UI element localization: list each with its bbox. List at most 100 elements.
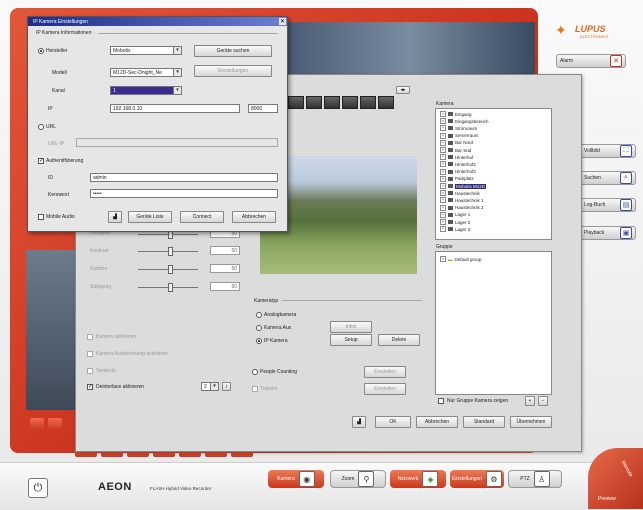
save-disk-icon[interactable]: ▟ — [352, 416, 366, 428]
playback-button[interactable]: Playback ▣ — [580, 226, 636, 240]
tree-item-camera[interactable]: + Haustechnik 2 — [440, 204, 484, 211]
tree-item-camera[interactable]: + Lager 2 — [440, 219, 470, 225]
expand-icon[interactable]: + — [440, 211, 446, 218]
enable-camera-checkbox[interactable] — [87, 334, 93, 340]
expand-icon[interactable]: + — [440, 118, 446, 125]
fullscreen-button[interactable]: Vollbild ⛶ — [580, 144, 636, 158]
tree-item-camera[interactable]: + Lager 3 — [440, 226, 470, 233]
url-field[interactable] — [76, 138, 278, 147]
tree-item-camera[interactable]: + Eingangsbereich — [440, 118, 489, 125]
group-add-button[interactable]: + — [525, 396, 535, 406]
camera-thumb[interactable] — [288, 96, 304, 109]
ip-camera-radio[interactable] — [256, 338, 262, 344]
tree-item-camera[interactable]: + Hinterhof2 — [440, 161, 476, 168]
auth-checkbox[interactable]: ✓ — [38, 158, 44, 164]
mobile-audio-checkbox[interactable] — [38, 214, 44, 220]
close-icon[interactable]: ✕ — [279, 18, 286, 25]
url-radio[interactable] — [38, 124, 44, 130]
camera-thumb[interactable] — [360, 96, 376, 109]
logbook-button[interactable]: Log-Buch ▤ — [580, 198, 636, 212]
connect-button[interactable]: Connect — [180, 211, 224, 223]
manufacturer-select[interactable]: Mobotix ▾ — [110, 46, 182, 55]
tree-item-camera[interactable]: + Hinterhof3 — [440, 168, 476, 175]
port-field[interactable]: 8000 — [248, 104, 278, 113]
tree-item-camera[interactable]: + Bar Süd — [440, 147, 471, 153]
camera-thumb[interactable] — [324, 96, 340, 109]
deinterlace-checkbox[interactable]: ✓ — [87, 384, 93, 390]
setup-button[interactable]: Setup — [330, 334, 372, 346]
expand-icon[interactable]: + — [440, 147, 446, 153]
cancel-button[interactable]: Abbrechen — [416, 416, 458, 428]
expand-icon[interactable]: + — [440, 161, 446, 168]
analog-camera-radio[interactable] — [256, 312, 262, 318]
tripwire-checkbox[interactable] — [252, 386, 258, 392]
expand-icon[interactable]: + — [440, 197, 446, 204]
device-list-button[interactable]: Geräte Liste — [128, 211, 172, 223]
zoom-button[interactable]: Zoom ⚲ — [330, 470, 386, 488]
expand-icon[interactable]: + — [440, 190, 446, 197]
expand-icon[interactable]: + — [440, 226, 446, 233]
tree-item-camera[interactable]: + Eingang — [440, 111, 472, 117]
channel-select[interactable]: 1 ▾ — [110, 86, 182, 95]
network-button[interactable]: Netzwerk ◈ — [390, 470, 446, 488]
alarm-button[interactable]: Alarm ✕ — [556, 54, 626, 68]
tree-item-camera[interactable]: + Parkplatz — [440, 175, 474, 182]
manufacturer-radio[interactable] — [38, 48, 44, 54]
tree-item-camera[interactable]: + Haustechnik — [440, 190, 480, 197]
dialog-settings-button[interactable]: Einstellungen — [194, 65, 272, 77]
expand-icon[interactable]: + — [440, 204, 446, 211]
default-button[interactable]: Standard — [463, 416, 505, 428]
expand-icon[interactable]: + — [440, 125, 446, 132]
hidden-checkbox[interactable] — [87, 368, 93, 374]
expand-icon[interactable]: + — [440, 256, 446, 262]
expand-icon[interactable]: + — [440, 168, 446, 175]
device-search-button[interactable]: Geräte suchen — [194, 45, 272, 57]
tree-item-camera[interactable]: + Haustechnik 1 — [440, 197, 484, 204]
tree-item-camera[interactable]: + Stromraum — [440, 125, 477, 132]
power-icon[interactable]: ⏻ — [28, 478, 48, 498]
tripwire-settings-button[interactable]: Einstellen — [364, 383, 406, 395]
camera-button[interactable]: Kamera ◉ — [268, 470, 324, 488]
enable-recording-checkbox[interactable] — [87, 351, 93, 357]
tree-item-camera[interactable]: + Hinterhof — [440, 154, 473, 161]
tree-item-camera[interactable]: + Mobotix M12D — [440, 183, 487, 189]
camera-thumb[interactable] — [378, 96, 394, 109]
info-button[interactable]: Infos — [330, 321, 372, 333]
expand-icon[interactable]: + — [440, 139, 446, 146]
expand-icon[interactable]: + — [440, 183, 446, 189]
expand-icon[interactable]: + — [440, 219, 446, 225]
save-disk-icon[interactable]: ▟ — [108, 211, 122, 223]
people-counting-radio[interactable] — [252, 369, 258, 375]
slider-thumb[interactable] — [168, 265, 173, 274]
camera-thumb[interactable] — [342, 96, 358, 109]
group-remove-button[interactable]: − — [538, 396, 548, 406]
user-id-field[interactable]: admin — [90, 173, 278, 182]
slider-thumb[interactable] — [168, 283, 173, 292]
slider-thumb[interactable] — [168, 247, 173, 256]
password-field[interactable]: ••••• — [90, 189, 278, 198]
settings-button[interactable]: Einstellungen ⚙ — [450, 470, 504, 488]
expand-icon[interactable]: + — [440, 111, 446, 117]
apply-button[interactable]: Übernehmen — [510, 416, 552, 428]
group-only-checkbox[interactable] — [438, 398, 444, 404]
delete-button[interactable]: Delete — [378, 334, 420, 346]
expand-icon[interactable]: + — [440, 175, 446, 182]
aux-camera-radio[interactable] — [256, 325, 262, 331]
model-select[interactable]: M12D-Sec-Dnight_Ne ▾ — [110, 68, 182, 77]
tree-item-camera[interactable]: + Lager 1 — [440, 211, 470, 218]
ip-address-field[interactable]: 192.168.0.10 — [110, 104, 240, 113]
camera-thumb[interactable] — [306, 96, 322, 109]
tree-item-camera[interactable]: + Serverraum — [440, 132, 479, 139]
tree-item-default-group[interactable]: + ▬ Default group — [440, 256, 482, 262]
search-button[interactable]: Suchen ⌕ — [580, 171, 636, 185]
thumb-scroll-arrows[interactable]: ◂▸ — [396, 86, 410, 94]
deinterlace-info-button[interactable]: i — [222, 382, 231, 391]
dialog-cancel-button[interactable]: Abbrechen — [232, 211, 276, 223]
deinterlace-select[interactable]: 2 ▾ — [201, 382, 219, 391]
ok-button[interactable]: OK — [375, 416, 411, 428]
channel-tab-b[interactable] — [48, 418, 62, 430]
tree-item-camera[interactable]: + Bar Nord — [440, 139, 473, 146]
ptz-button[interactable]: PTZ ♙ — [508, 470, 562, 488]
expand-icon[interactable]: + — [440, 132, 446, 139]
people-counting-settings-button[interactable]: Einstellen — [364, 366, 406, 378]
